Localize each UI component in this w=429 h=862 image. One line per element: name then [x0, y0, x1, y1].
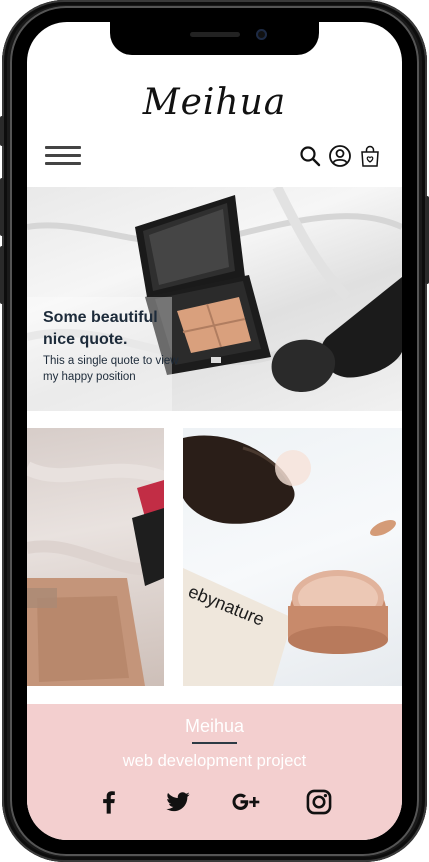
brush-cream-photo: ebynature: [183, 435, 396, 686]
perfume-lipstick-photo: [27, 461, 164, 686]
menu-button[interactable]: [45, 146, 81, 168]
twitter-icon[interactable]: [164, 788, 192, 816]
front-camera: [256, 29, 267, 40]
hero-title-line1: Some beautiful: [43, 309, 158, 326]
menu-icon-bar: [45, 154, 81, 157]
instagram-icon[interactable]: [305, 788, 333, 816]
site-logo[interactable]: Meihua: [27, 82, 402, 123]
header-actions: [298, 144, 382, 168]
footer-brand: Meihua: [184, 716, 245, 736]
facebook-icon[interactable]: [95, 788, 123, 816]
footer-divider: [192, 742, 237, 744]
footer-tagline: web development project: [122, 752, 307, 770]
hero-title-line2: nice quote.: [43, 331, 128, 348]
phone-screen: Meihua Some beautiful nice quote. This a…: [27, 22, 402, 840]
product-gallery: ebynature: [27, 428, 402, 686]
product-image-perfume[interactable]: [27, 428, 164, 686]
hero-banner[interactable]: Some beautiful nice quote. This a single…: [27, 187, 402, 411]
speaker-grille: [190, 32, 240, 37]
volume-down-button: [0, 246, 4, 304]
hero-subtitle: This a single quote to view my happy pos…: [43, 355, 179, 383]
notch: [110, 22, 319, 55]
social-links: [27, 788, 402, 818]
search-icon[interactable]: [298, 144, 322, 168]
google-plus-icon[interactable]: [232, 788, 260, 816]
product-image-cream[interactable]: ebynature: [183, 428, 402, 686]
menu-icon-bar: [45, 146, 81, 149]
shopping-bag-icon[interactable]: [358, 144, 382, 168]
user-icon[interactable]: [328, 144, 352, 168]
volume-up-button: [0, 178, 4, 236]
site-footer: Meihua web development project: [27, 704, 402, 840]
hero-quote: Some beautiful nice quote. This a single…: [43, 307, 183, 385]
power-button: [425, 196, 429, 284]
menu-icon-bar: [45, 162, 81, 165]
mute-switch: [0, 116, 4, 146]
